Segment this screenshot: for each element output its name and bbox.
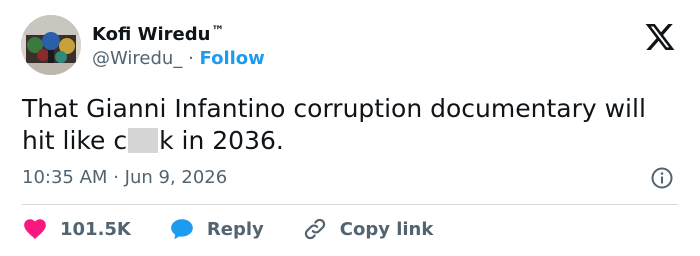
link-icon — [304, 218, 325, 240]
avatar[interactable] — [21, 15, 81, 75]
avatar-image — [21, 15, 81, 75]
info-icon[interactable] — [650, 166, 674, 190]
handle-separator: · — [188, 48, 194, 69]
divider — [22, 204, 678, 205]
action-bar: 101.5K Reply Copy link — [22, 216, 471, 242]
like-button[interactable]: 101.5K — [22, 216, 131, 242]
censor-block — [128, 128, 159, 153]
tweet-time[interactable]: 10:35 AM — [22, 167, 107, 188]
tweet-date[interactable]: Jun 9, 2026 — [125, 167, 228, 188]
tweet-text-end: k in 2036. — [159, 126, 284, 155]
trademark-badge: ™ — [211, 24, 225, 39]
author-name-text: Kofi Wiredu — [92, 24, 211, 45]
heart-icon — [24, 219, 46, 239]
copy-link-button[interactable]: Copy link — [302, 216, 434, 242]
x-logo-icon[interactable] — [644, 21, 676, 53]
reply-label: Reply — [206, 218, 264, 240]
tweet-timestamp[interactable]: 10:35 AM · Jun 9, 2026 — [22, 166, 227, 190]
follow-button[interactable]: Follow — [200, 48, 265, 69]
author-handle[interactable]: @Wiredu_ — [92, 48, 182, 69]
tweet-text: That Gianni Infantino corruption documen… — [22, 93, 672, 157]
handle-row: @Wiredu_ · Follow — [92, 47, 265, 71]
timestamp-separator: · — [113, 167, 119, 188]
like-count: 101.5K — [60, 218, 131, 240]
tweet-text-start: That Gianni Infantino corruption documen… — [22, 94, 646, 155]
reply-button[interactable]: Reply — [169, 216, 264, 242]
speech-bubble-icon — [171, 219, 193, 240]
author-name[interactable]: Kofi Wiredu™ — [92, 20, 224, 47]
copy-link-label: Copy link — [339, 218, 434, 240]
